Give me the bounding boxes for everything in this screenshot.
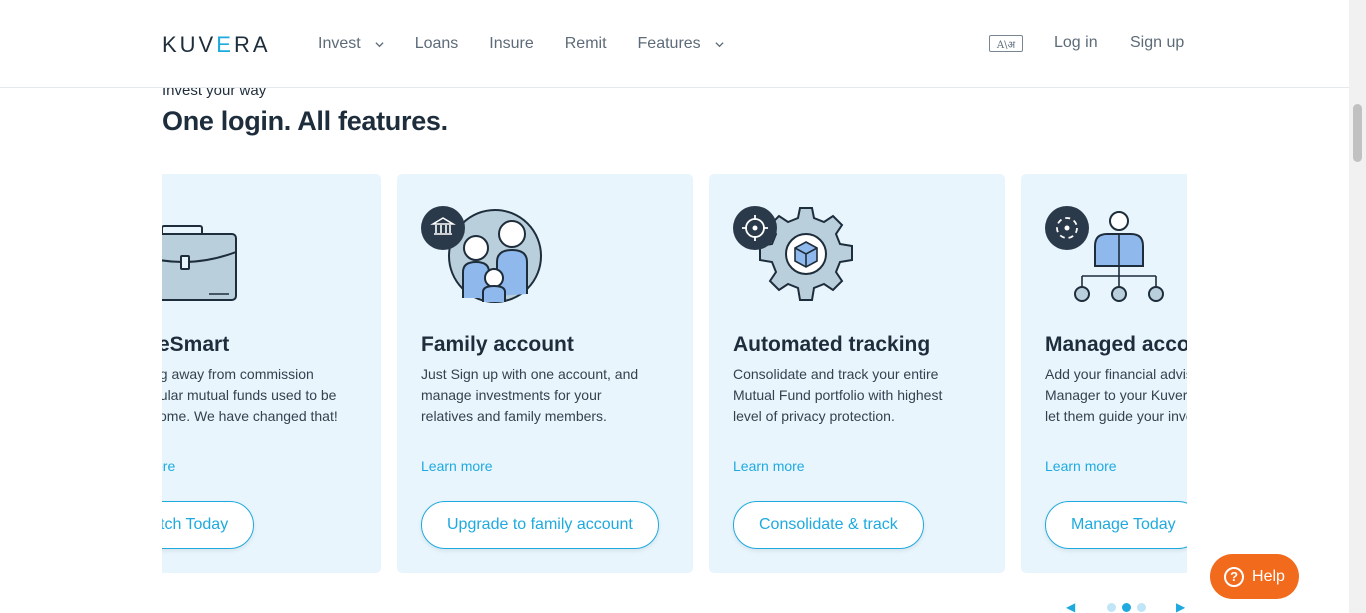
kuvera-logo[interactable]: KUVERA [162, 32, 271, 58]
gear-icon [733, 206, 853, 301]
main-nav: Invest Loans Insure Remit Features [318, 0, 755, 88]
chevron-down-icon [375, 41, 384, 47]
page-scrollbar[interactable] [1349, 0, 1366, 613]
consolidate-track-button[interactable]: Consolidate & track [733, 501, 924, 549]
feature-card-family: Family account Just Sign up with one acc… [397, 174, 693, 573]
card-description: Consolidate and track your entire Mutual… [733, 366, 943, 424]
carousel-prev-arrow[interactable]: ◀ [1066, 600, 1075, 613]
feature-card-direct: eSmart ng away from commission gular mut… [162, 174, 381, 573]
question-icon: ? [1224, 566, 1245, 587]
card-description: ng away from commission gular mutual fun… [162, 366, 338, 424]
chevron-down-icon [715, 41, 724, 47]
switch-today-button[interactable]: tch Today [162, 501, 255, 549]
nav-features[interactable]: Features [638, 35, 724, 53]
login-link[interactable]: Log in [1054, 34, 1098, 52]
nav-remit[interactable]: Remit [565, 35, 607, 53]
upgrade-family-button[interactable]: Upgrade to family account [421, 501, 659, 549]
logo-text-left: KUV [162, 32, 217, 57]
manage-today-button[interactable]: Manage Today [1045, 501, 1187, 549]
card-title: eSmart [162, 333, 230, 356]
nav-loans-label: Loans [414, 35, 459, 52]
learn-more-link[interactable]: Learn more [421, 458, 493, 474]
carousel-dot-active[interactable] [1122, 603, 1131, 612]
signup-link[interactable]: Sign up [1130, 34, 1184, 52]
card-title: Automated tracking [733, 333, 931, 356]
logo-text-accent: E [216, 32, 234, 57]
help-label: Help [1252, 567, 1285, 585]
nav-invest[interactable]: Invest [318, 35, 384, 53]
card-title: Family account [421, 333, 574, 356]
section-headline: One login. All features. [162, 106, 448, 136]
nav-features-label: Features [637, 35, 701, 52]
carousel-dot[interactable] [1137, 603, 1146, 612]
features-carousel[interactable]: eSmart ng away from commission gular mut… [162, 174, 1187, 574]
nav-insure-label: Insure [489, 35, 534, 52]
language-toggle-button[interactable]: A\अ [989, 35, 1023, 52]
logo-text-right: RA [233, 32, 271, 57]
feature-card-tracking: Automated tracking Consolidate and track… [709, 174, 1005, 573]
learn-more-link[interactable]: ore [162, 458, 175, 474]
card-title: Managed accounts [1045, 333, 1187, 356]
card-description: Add your financial advisor or Wealth Man… [1045, 366, 1187, 424]
site-header: KUVERA Invest Loans Insure Remit Feature… [0, 0, 1349, 88]
nav-loans[interactable]: Loans [415, 35, 459, 53]
carousel-next-arrow[interactable]: ▶ [1176, 600, 1185, 613]
nav-remit-label: Remit [564, 35, 607, 52]
carousel-dot[interactable] [1107, 603, 1116, 612]
scrollbar-thumb[interactable] [1353, 104, 1362, 162]
nav-invest-label: Invest [318, 35, 361, 52]
manager-icon [1045, 206, 1164, 302]
card-description: Just Sign up with one account, and manag… [421, 366, 639, 424]
family-icon [421, 206, 542, 303]
briefcase-icon [162, 225, 237, 301]
feature-card-managed: Managed accounts Add your financial advi… [1021, 174, 1187, 573]
nav-insure[interactable]: Insure [489, 35, 533, 53]
page: KUVERA Invest Loans Insure Remit Feature… [0, 0, 1366, 613]
learn-more-link[interactable]: Learn more [1045, 458, 1117, 474]
help-button[interactable]: ? Help [1210, 554, 1299, 599]
learn-more-link[interactable]: Learn more [733, 458, 805, 474]
